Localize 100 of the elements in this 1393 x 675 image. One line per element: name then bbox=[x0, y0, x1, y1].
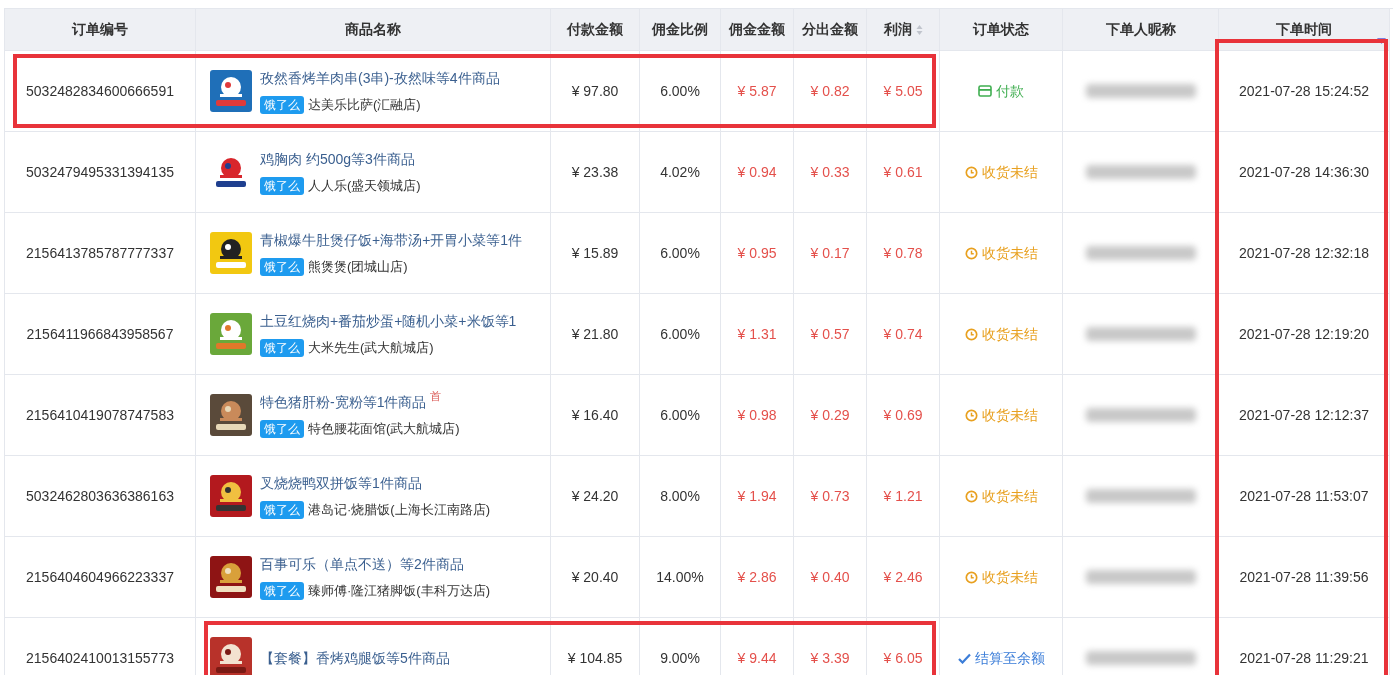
amount: ¥ 0.98 bbox=[737, 405, 777, 425]
cell-text: ¥ 97.80 bbox=[571, 81, 619, 101]
status-label: 结算至余额 bbox=[974, 648, 1045, 668]
clock-icon bbox=[964, 408, 978, 422]
amount: ¥ 0.40 bbox=[810, 567, 850, 587]
clock-icon bbox=[964, 327, 978, 341]
cell-text: ¥ 23.38 bbox=[571, 162, 619, 182]
cell-text: 6.00% bbox=[660, 405, 700, 425]
status-label: 收货未结 bbox=[981, 567, 1038, 587]
cell-text: 2021-07-28 11:29:21 bbox=[1239, 648, 1369, 668]
cell-text: ¥ 15.89 bbox=[571, 243, 619, 263]
cell-text: 2156402410013155773 bbox=[26, 648, 174, 668]
store-name: 臻师傅·隆江猪脚饭(丰科万达店) bbox=[308, 581, 490, 600]
column-header: 商品名称 bbox=[345, 20, 401, 39]
card-icon bbox=[978, 85, 992, 97]
product-title[interactable]: 特色猪肝粉-宽粉等1件商品 bbox=[260, 391, 427, 413]
cell-text: 2156413785787777337 bbox=[26, 243, 174, 263]
amount: ¥ 5.05 bbox=[883, 81, 923, 101]
store-name: 大米先生(武大航城店) bbox=[308, 338, 434, 357]
amount: ¥ 0.61 bbox=[883, 162, 923, 182]
amount: ¥ 2.46 bbox=[883, 567, 923, 587]
store-name: 人人乐(盛天领城店) bbox=[308, 176, 421, 195]
status-label: 收货未结 bbox=[981, 405, 1038, 425]
amount: ¥ 0.57 bbox=[810, 324, 850, 344]
amount: ¥ 0.73 bbox=[810, 486, 850, 506]
cell-text: 2156410419078747583 bbox=[26, 405, 174, 425]
first-order-tag: 首 bbox=[430, 387, 442, 405]
platform-badge: 饿了么 bbox=[260, 176, 304, 195]
cell-text: 2021-07-28 14:36:30 bbox=[1239, 162, 1369, 182]
cell-text: 9.00% bbox=[660, 648, 700, 668]
cell-text: 2156404604966223337 bbox=[26, 567, 174, 587]
cell-text: ¥ 20.40 bbox=[571, 567, 619, 587]
cell-text: ¥ 104.85 bbox=[567, 648, 623, 668]
amount: ¥ 1.21 bbox=[883, 486, 923, 506]
column-header: 付款金额 bbox=[567, 20, 623, 39]
check-icon bbox=[957, 652, 971, 664]
platform-badge: 饿了么 bbox=[260, 419, 304, 438]
cell-text: 6.00% bbox=[660, 243, 700, 263]
column-header: 分出金额 bbox=[802, 20, 858, 39]
store-name: 熊煲煲(团城山店) bbox=[308, 257, 408, 276]
product-title[interactable]: 孜然香烤羊肉串(3串)-孜然味等4件商品 bbox=[260, 67, 500, 89]
column-header: 利润 bbox=[883, 20, 912, 39]
clock-icon bbox=[964, 489, 978, 503]
amount: ¥ 0.94 bbox=[737, 162, 777, 182]
amount: ¥ 0.78 bbox=[883, 243, 923, 263]
status-label: 付款 bbox=[996, 81, 1024, 101]
amount: ¥ 1.94 bbox=[737, 486, 777, 506]
cell-text: 2021-07-28 11:39:56 bbox=[1239, 567, 1369, 587]
amount: ¥ 1.31 bbox=[737, 324, 777, 344]
column-header: 下单时间 bbox=[1276, 20, 1332, 39]
clock-icon bbox=[964, 165, 978, 179]
cell-text: 5032462803636386163 bbox=[26, 486, 174, 506]
cell-text: 2021-07-28 12:32:18 bbox=[1239, 243, 1369, 263]
amount: ¥ 5.87 bbox=[737, 81, 777, 101]
amount: ¥ 0.82 bbox=[810, 81, 850, 101]
cell-text: 2021-07-28 12:12:37 bbox=[1239, 405, 1369, 425]
platform-badge: 饿了么 bbox=[260, 95, 304, 114]
amount: ¥ 6.05 bbox=[883, 648, 923, 668]
amount: ¥ 0.74 bbox=[883, 324, 923, 344]
column-header: 下单人昵称 bbox=[1105, 20, 1176, 39]
store-name: 特色腰花面馆(武大航城店) bbox=[308, 419, 460, 438]
product-title[interactable]: 百事可乐（单点不送）等2件商品 bbox=[260, 553, 464, 575]
store-name: 港岛记·烧腊饭(上海长江南路店) bbox=[308, 500, 490, 519]
cell-text: ¥ 16.40 bbox=[571, 405, 619, 425]
column-header: 佣金比例 bbox=[652, 20, 708, 39]
amount: ¥ 0.69 bbox=[883, 405, 923, 425]
cell-text: ¥ 24.20 bbox=[571, 486, 619, 506]
product-title[interactable]: 鸡胸肉 约500g等3件商品 bbox=[260, 148, 415, 170]
cell-text: 6.00% bbox=[660, 81, 700, 101]
status-label: 收货未结 bbox=[981, 324, 1038, 344]
clock-icon bbox=[964, 246, 978, 260]
amount: ¥ 0.29 bbox=[810, 405, 850, 425]
product-title[interactable]: 土豆红烧肉+番茄炒蛋+随机小菜+米饭等1 bbox=[260, 310, 517, 332]
status-label: 收货未结 bbox=[981, 486, 1038, 506]
cell-text: 6.00% bbox=[660, 324, 700, 344]
cell-text: 5032479495331394135 bbox=[26, 162, 174, 182]
platform-badge: 饿了么 bbox=[260, 257, 304, 276]
platform-badge: 饿了么 bbox=[260, 338, 304, 357]
product-title[interactable]: 【套餐】香烤鸡腿饭等5件商品 bbox=[260, 647, 450, 669]
cell-text: 8.00% bbox=[660, 486, 700, 506]
cell-text: 5032482834600666591 bbox=[26, 81, 174, 101]
column-header: 订单编号 bbox=[72, 20, 128, 39]
status-label: 收货未结 bbox=[981, 243, 1038, 263]
amount: ¥ 0.95 bbox=[737, 243, 777, 263]
cell-text: 2021-07-28 11:53:07 bbox=[1239, 486, 1369, 506]
status-label: 收货未结 bbox=[981, 162, 1038, 182]
column-header: 佣金金额 bbox=[729, 20, 785, 39]
cell-text: 14.00% bbox=[656, 567, 704, 587]
cell-text: ¥ 21.80 bbox=[571, 324, 619, 344]
product-title[interactable]: 青椒爆牛肚煲仔饭+海带汤+开胃小菜等1件 bbox=[260, 229, 523, 251]
cell-text: 2021-07-28 15:24:52 bbox=[1239, 81, 1369, 101]
amount: ¥ 0.33 bbox=[810, 162, 850, 182]
platform-badge: 饿了么 bbox=[260, 581, 304, 600]
amount: ¥ 3.39 bbox=[810, 648, 850, 668]
cell-text: 2156411966843958567 bbox=[26, 324, 174, 344]
column-header: 订单状态 bbox=[973, 20, 1029, 39]
cell-text: 2021-07-28 12:19:20 bbox=[1239, 324, 1369, 344]
amount: ¥ 9.44 bbox=[737, 648, 777, 668]
clock-icon bbox=[964, 570, 978, 584]
product-title[interactable]: 叉烧烧鸭双拼饭等1件商品 bbox=[260, 472, 422, 494]
